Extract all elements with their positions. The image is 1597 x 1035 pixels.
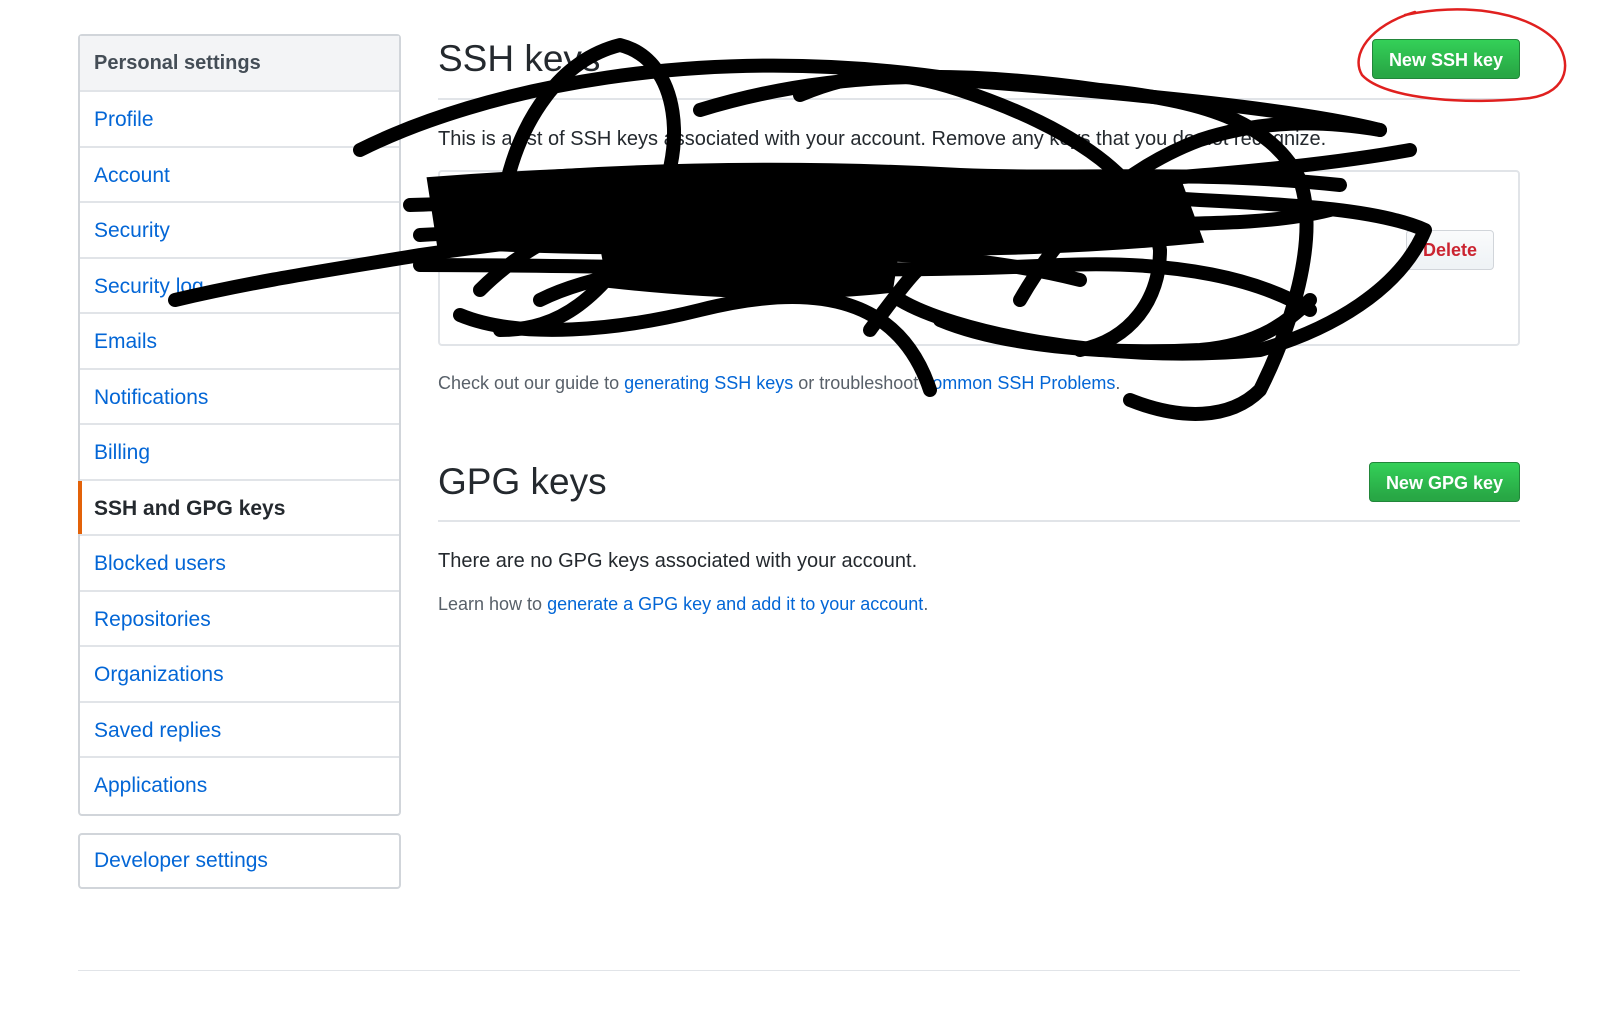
- generating-ssh-keys-link[interactable]: generating SSH keys: [624, 373, 793, 393]
- footer-divider: [78, 970, 1520, 971]
- sidebar-item-account[interactable]: Account: [80, 148, 399, 203]
- gpg-learn-prefix: Learn how to: [438, 594, 548, 614]
- delete-ssh-key-button[interactable]: Delete: [1405, 230, 1494, 270]
- sidebar-item-profile[interactable]: Profile: [80, 92, 399, 148]
- ssh-keys-description: This is a list of SSH keys associated wi…: [438, 128, 1327, 150]
- ssh-guide-suffix: .: [1115, 373, 1121, 393]
- sidebar-item-security-log[interactable]: Security log: [80, 259, 399, 314]
- gpg-learn-note: Learn how to generate a GPG key and add …: [438, 594, 928, 615]
- ssh-guide-prefix: Check out our guide to: [438, 373, 625, 393]
- sidebar-item-ssh-gpg-keys[interactable]: SSH and GPG keys: [78, 480, 399, 536]
- generate-gpg-key-link[interactable]: generate a GPG key and add it to your ac…: [547, 594, 923, 614]
- developer-settings-menu: Developer settings: [78, 833, 401, 889]
- common-ssh-problems-link[interactable]: common SSH Problems: [923, 373, 1115, 393]
- sidebar-item-billing[interactable]: Billing: [80, 425, 399, 481]
- sidebar-item-developer-settings[interactable]: Developer settings: [80, 835, 399, 887]
- gpg-keys-title: GPG keys: [438, 461, 607, 502]
- ssh-keys-title: SSH keys: [438, 38, 601, 79]
- sidebar-item-blocked-users[interactable]: Blocked users: [80, 536, 399, 592]
- sidebar-item-applications[interactable]: Applications: [80, 758, 399, 814]
- sidebar-item-notifications[interactable]: Notifications: [80, 370, 399, 425]
- ssh-key-list: Delete: [438, 170, 1520, 346]
- sidebar-item-security[interactable]: Security: [80, 203, 399, 259]
- settings-sidebar: Personal settings Profile Account Securi…: [78, 34, 401, 816]
- new-ssh-key-button[interactable]: New SSH key: [1371, 39, 1520, 79]
- sidebar-item-emails[interactable]: Emails: [80, 314, 399, 370]
- sidebar-item-organizations[interactable]: Organizations: [80, 647, 399, 703]
- ssh-guide-note: Check out our guide to generating SSH ke…: [438, 373, 1120, 394]
- settings-page: Personal settings Profile Account Securi…: [0, 0, 1597, 1035]
- new-gpg-key-button[interactable]: New GPG key: [1368, 462, 1520, 502]
- gpg-learn-suffix: .: [923, 594, 929, 614]
- sidebar-heading: Personal settings: [80, 36, 399, 92]
- sidebar-item-saved-replies[interactable]: Saved replies: [80, 703, 399, 758]
- ssh-keys-header: SSH keys New SSH key: [438, 38, 1520, 100]
- gpg-keys-header: GPG keys New GPG key: [438, 461, 1520, 522]
- sidebar-item-repositories[interactable]: Repositories: [80, 592, 399, 647]
- ssh-guide-middle: or troubleshoot: [793, 373, 924, 393]
- gpg-empty-text: There are no GPG keys associated with yo…: [438, 550, 918, 572]
